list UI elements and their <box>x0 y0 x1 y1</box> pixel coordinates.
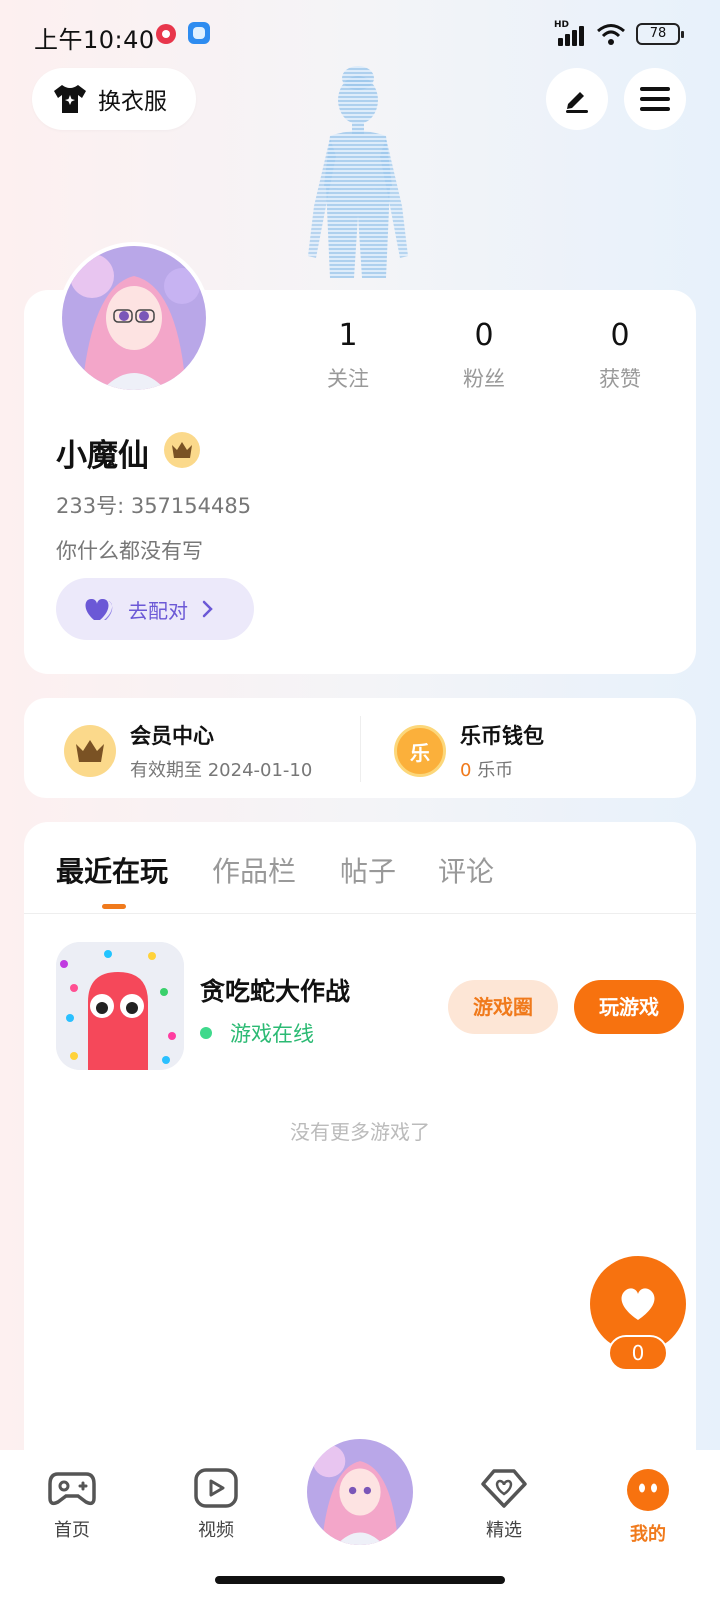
change-outfit-button[interactable]: 换衣服 <box>32 68 196 130</box>
game-title: 贪吃蛇大作战 <box>200 977 351 1006</box>
likes-label: 获赞 <box>599 367 641 391</box>
menu-button[interactable] <box>624 68 686 130</box>
wallet-amount: 0 <box>460 760 472 781</box>
signal-icon <box>554 22 588 46</box>
battery-icon: 78 <box>636 23 684 45</box>
bio: 你什么都没有写 <box>56 539 203 563</box>
coin-icon: 乐 <box>394 725 446 777</box>
chevron-right-icon <box>202 600 213 618</box>
wifi-icon <box>597 24 625 45</box>
anime-avatar-image <box>307 1439 413 1545</box>
game-status-label: 游戏在线 <box>230 1022 314 1046</box>
gamepad-icon <box>48 1472 96 1506</box>
tab-bar: 最近在玩 作品栏 帖子 评论 <box>24 822 696 914</box>
vip-center-title: 会员中心 <box>130 724 214 748</box>
tab-comments[interactable]: 评论 <box>438 850 494 890</box>
coin-wallet[interactable]: 乐 乐币钱包 0 乐币 <box>394 720 544 782</box>
recent-game-item[interactable]: 贪吃蛇大作战 游戏在线 游戏圈 玩游戏 <box>56 942 684 1074</box>
menu-icon <box>640 87 670 111</box>
vip-expiry: 有效期至 2024-01-10 <box>130 760 313 781</box>
stat-following[interactable]: 1 关注 <box>298 318 398 393</box>
edit-profile-button[interactable] <box>546 68 608 130</box>
like-count: 0 <box>608 1335 668 1371</box>
play-game-button[interactable]: 玩游戏 <box>574 980 684 1034</box>
match-label: 去配对 <box>128 598 188 623</box>
notification-app-icon <box>156 24 176 44</box>
pencil-icon <box>566 92 588 113</box>
tab-posts[interactable]: 帖子 <box>340 850 396 890</box>
heart-box-icon <box>481 1469 527 1508</box>
nav-home[interactable]: 首页 <box>32 1468 112 1542</box>
tab-recent[interactable]: 最近在玩 <box>56 850 168 890</box>
no-more-games-hint: 没有更多游戏了 <box>290 1120 430 1144</box>
video-icon <box>194 1468 238 1508</box>
home-indicator[interactable] <box>215 1576 505 1584</box>
face-icon <box>627 1469 669 1511</box>
content-card: 最近在玩 作品栏 帖子 评论 贪吃蛇大作战 游戏在线 游戏圈 玩游戏 没有更多游… <box>24 822 696 1482</box>
tab-works[interactable]: 作品栏 <box>212 850 296 890</box>
nav-picks-label: 精选 <box>486 1520 522 1541</box>
anime-avatar-image <box>62 246 206 390</box>
notification-app-icon-2 <box>188 22 210 44</box>
tab-indicator <box>102 904 126 909</box>
member-wallet-card: 会员中心 有效期至 2024-01-10 乐 乐币钱包 0 乐币 <box>24 698 696 798</box>
shirt-icon <box>54 85 86 113</box>
wallet-balance: 0 乐币 <box>460 756 544 782</box>
avatar-figure <box>308 66 408 278</box>
fans-label: 粉丝 <box>463 367 505 391</box>
nav-mine-label: 我的 <box>630 1524 666 1545</box>
wallet-title: 乐币钱包 <box>460 724 544 748</box>
status-time: 上午10:40 <box>34 26 155 54</box>
likes-count: 0 <box>610 318 630 353</box>
divider <box>360 716 361 782</box>
stat-fans[interactable]: 0 粉丝 <box>434 318 534 393</box>
user-id: 233号: 357154485 <box>56 494 252 518</box>
nav-video[interactable]: 视频 <box>176 1468 256 1542</box>
following-count: 1 <box>338 318 358 353</box>
nav-mine[interactable]: 我的 <box>608 1468 688 1546</box>
change-outfit-label: 换衣服 <box>98 89 167 115</box>
double-heart-icon <box>85 598 113 620</box>
nav-home-label: 首页 <box>54 1520 90 1541</box>
snake-game-icon <box>56 942 184 1070</box>
avatar[interactable] <box>58 242 210 394</box>
stat-likes[interactable]: 0 获赞 <box>570 318 670 393</box>
crown-icon <box>172 442 192 458</box>
vip-crown-icon <box>64 725 116 777</box>
fans-count: 0 <box>474 318 494 353</box>
wallet-unit: 乐币 <box>477 760 514 781</box>
following-label: 关注 <box>327 367 369 391</box>
nickname: 小魔仙 <box>56 438 149 474</box>
heart-icon <box>621 1288 655 1320</box>
nav-avatar-button[interactable] <box>304 1436 416 1548</box>
online-dot-icon <box>200 1027 212 1039</box>
match-button[interactable]: 去配对 <box>56 578 254 640</box>
game-circle-button[interactable]: 游戏圈 <box>448 980 558 1034</box>
status-bar: 上午10:40 HD 78 <box>0 0 720 64</box>
nav-picks[interactable]: 精选 <box>464 1468 544 1542</box>
vip-badge[interactable] <box>164 432 200 468</box>
vip-center[interactable]: 会员中心 有效期至 2024-01-10 <box>64 720 312 782</box>
nav-video-label: 视频 <box>198 1520 234 1541</box>
game-online-status: 游戏在线 <box>200 1018 314 1048</box>
